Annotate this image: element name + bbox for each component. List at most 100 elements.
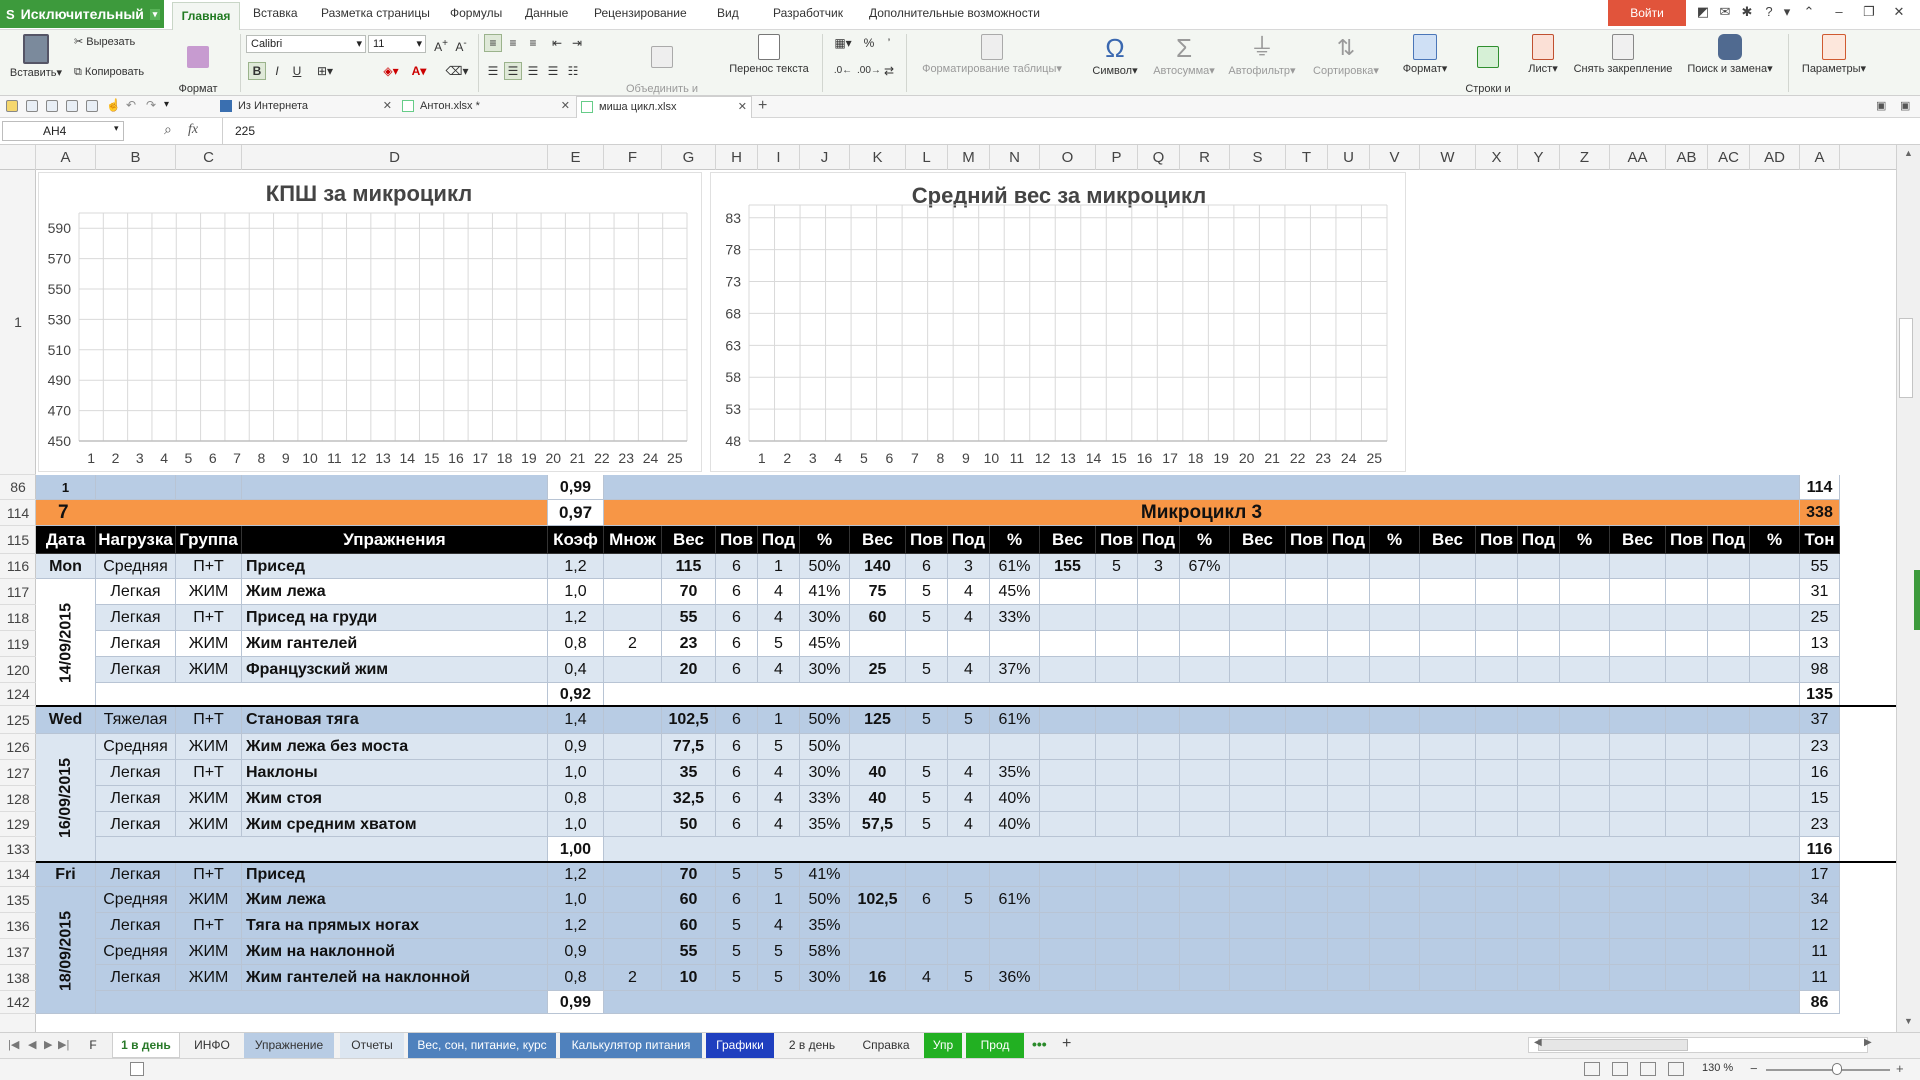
tab-formulas[interactable]: Формулы (450, 6, 502, 20)
empty-cell[interactable] (1328, 862, 1370, 887)
empty-cell[interactable] (1518, 657, 1560, 683)
sheet-tab[interactable]: ИНФО (184, 1033, 240, 1058)
empty-cell[interactable] (1666, 887, 1708, 913)
empty-cell[interactable] (1518, 939, 1560, 965)
set-cell[interactable] (1180, 760, 1230, 786)
set-cell[interactable] (1040, 605, 1096, 631)
empty-cell[interactable] (1750, 734, 1800, 760)
column-header[interactable]: Z (1560, 145, 1610, 170)
group-cell[interactable]: ЖИМ (176, 786, 242, 812)
exercise-cell[interactable]: Жим лежа (242, 887, 548, 913)
set-cell[interactable]: 125 (850, 706, 906, 734)
set-cell[interactable]: 6 (716, 605, 758, 631)
empty-cell[interactable] (1370, 965, 1420, 991)
set-cell[interactable]: 41% (800, 862, 850, 887)
set-cell[interactable]: 50% (800, 554, 850, 579)
minimize-icon[interactable]: – (1830, 4, 1848, 19)
empty-cell[interactable] (1328, 554, 1370, 579)
mult-cell[interactable] (604, 554, 662, 579)
tab-menu-icon[interactable]: ▣ (1900, 99, 1910, 112)
open-folder-icon[interactable] (6, 100, 18, 112)
empty-cell[interactable] (1518, 965, 1560, 991)
function-icon[interactable]: fx (188, 122, 198, 138)
row-header[interactable]: 133 (0, 837, 36, 862)
tonnage-cell[interactable]: 11 (1800, 939, 1840, 965)
cell-row86-koef[interactable]: 0,99 (548, 475, 604, 500)
set-cell[interactable]: 6 (716, 786, 758, 812)
column-title-16[interactable]: Под (1138, 526, 1180, 554)
sort-button[interactable]: ⇅ Сортировка▾ (1306, 34, 1386, 77)
empty-cell[interactable] (1370, 887, 1420, 913)
mult-cell[interactable]: 2 (604, 965, 662, 991)
set-cell[interactable] (948, 631, 990, 657)
set-cell[interactable] (906, 939, 948, 965)
chevron-down-icon[interactable]: ▾ (164, 99, 176, 111)
column-title-20[interactable]: Под (1328, 526, 1370, 554)
empty-cell[interactable] (1666, 939, 1708, 965)
empty-cell[interactable] (1370, 631, 1420, 657)
font-shrink-icon[interactable]: A- (452, 35, 470, 54)
empty-cell[interactable] (1370, 760, 1420, 786)
empty-cell[interactable] (1750, 631, 1800, 657)
set-cell[interactable]: 4 (948, 605, 990, 631)
column-title-3[interactable]: Упражнения (242, 526, 548, 554)
empty-cell[interactable] (1286, 939, 1328, 965)
exercise-cell[interactable]: Жим средним хватом (242, 812, 548, 837)
set-cell[interactable] (1138, 734, 1180, 760)
set-cell[interactable]: 60 (662, 887, 716, 913)
zoom-in-icon[interactable]: + (1896, 1061, 1904, 1076)
more-sheets-icon[interactable]: ••• (1032, 1036, 1047, 1052)
set-cell[interactable] (1040, 913, 1096, 939)
cell[interactable] (242, 475, 548, 500)
empty-cell[interactable] (1476, 554, 1518, 579)
empty-cell[interactable] (1708, 913, 1750, 939)
column-header[interactable]: K (850, 145, 906, 170)
set-cell[interactable] (1040, 862, 1096, 887)
set-cell[interactable] (1138, 786, 1180, 812)
group-cell[interactable]: П+Т (176, 605, 242, 631)
empty-cell[interactable] (1666, 734, 1708, 760)
row-header[interactable]: 86 (0, 475, 36, 500)
set-cell[interactable] (1040, 786, 1096, 812)
empty-cell[interactable] (1518, 862, 1560, 887)
empty-cell[interactable] (1286, 657, 1328, 683)
doc-tab-misha[interactable]: миша цикл.xlsx ✕ (576, 96, 752, 118)
empty-cell[interactable] (1420, 605, 1476, 631)
set-cell[interactable] (906, 862, 948, 887)
empty-cell[interactable] (1610, 965, 1666, 991)
column-header[interactable]: R (1180, 145, 1230, 170)
set-cell[interactable]: 5 (948, 706, 990, 734)
empty-cell[interactable] (1666, 579, 1708, 605)
set-cell[interactable]: 10 (662, 965, 716, 991)
empty-cell[interactable] (1286, 554, 1328, 579)
set-cell[interactable] (1138, 939, 1180, 965)
set-cell[interactable] (1096, 631, 1138, 657)
table-format-button[interactable]: Форматирование таблицы▾ (912, 34, 1072, 75)
empty-cell[interactable] (1230, 734, 1286, 760)
prev-sheet-icon[interactable]: ◀ (28, 1038, 36, 1051)
set-cell[interactable] (1096, 786, 1138, 812)
scroll-left-icon[interactable]: ◀ (1534, 1037, 1542, 1048)
load-cell[interactable]: Средняя (96, 939, 176, 965)
column-header[interactable]: A (36, 145, 96, 170)
koef-cell[interactable]: 1,0 (548, 887, 604, 913)
exercise-cell[interactable]: Жим гантелей на наклонной (242, 965, 548, 991)
mult-cell[interactable] (604, 579, 662, 605)
empty-cell[interactable] (1476, 760, 1518, 786)
column-title-21[interactable]: % (1370, 526, 1420, 554)
column-title-2[interactable]: Группа (176, 526, 242, 554)
column-header[interactable]: AB (1666, 145, 1708, 170)
empty-cell[interactable] (1708, 631, 1750, 657)
empty-cell[interactable] (1518, 913, 1560, 939)
set-cell[interactable] (1138, 812, 1180, 837)
set-cell[interactable]: 1 (758, 887, 800, 913)
set-cell[interactable]: 4 (948, 786, 990, 812)
name-box[interactable]: AH4 (2, 121, 124, 141)
row-header[interactable]: 119 (0, 631, 36, 657)
empty-cell[interactable] (1750, 554, 1800, 579)
close-icon[interactable]: ✕ (1890, 4, 1908, 20)
empty-cell[interactable] (1708, 862, 1750, 887)
column-title-10[interactable]: Вес (850, 526, 906, 554)
exercise-cell[interactable]: Тяга на прямых ногах (242, 913, 548, 939)
exercise-cell[interactable]: Жим на наклонной (242, 939, 548, 965)
